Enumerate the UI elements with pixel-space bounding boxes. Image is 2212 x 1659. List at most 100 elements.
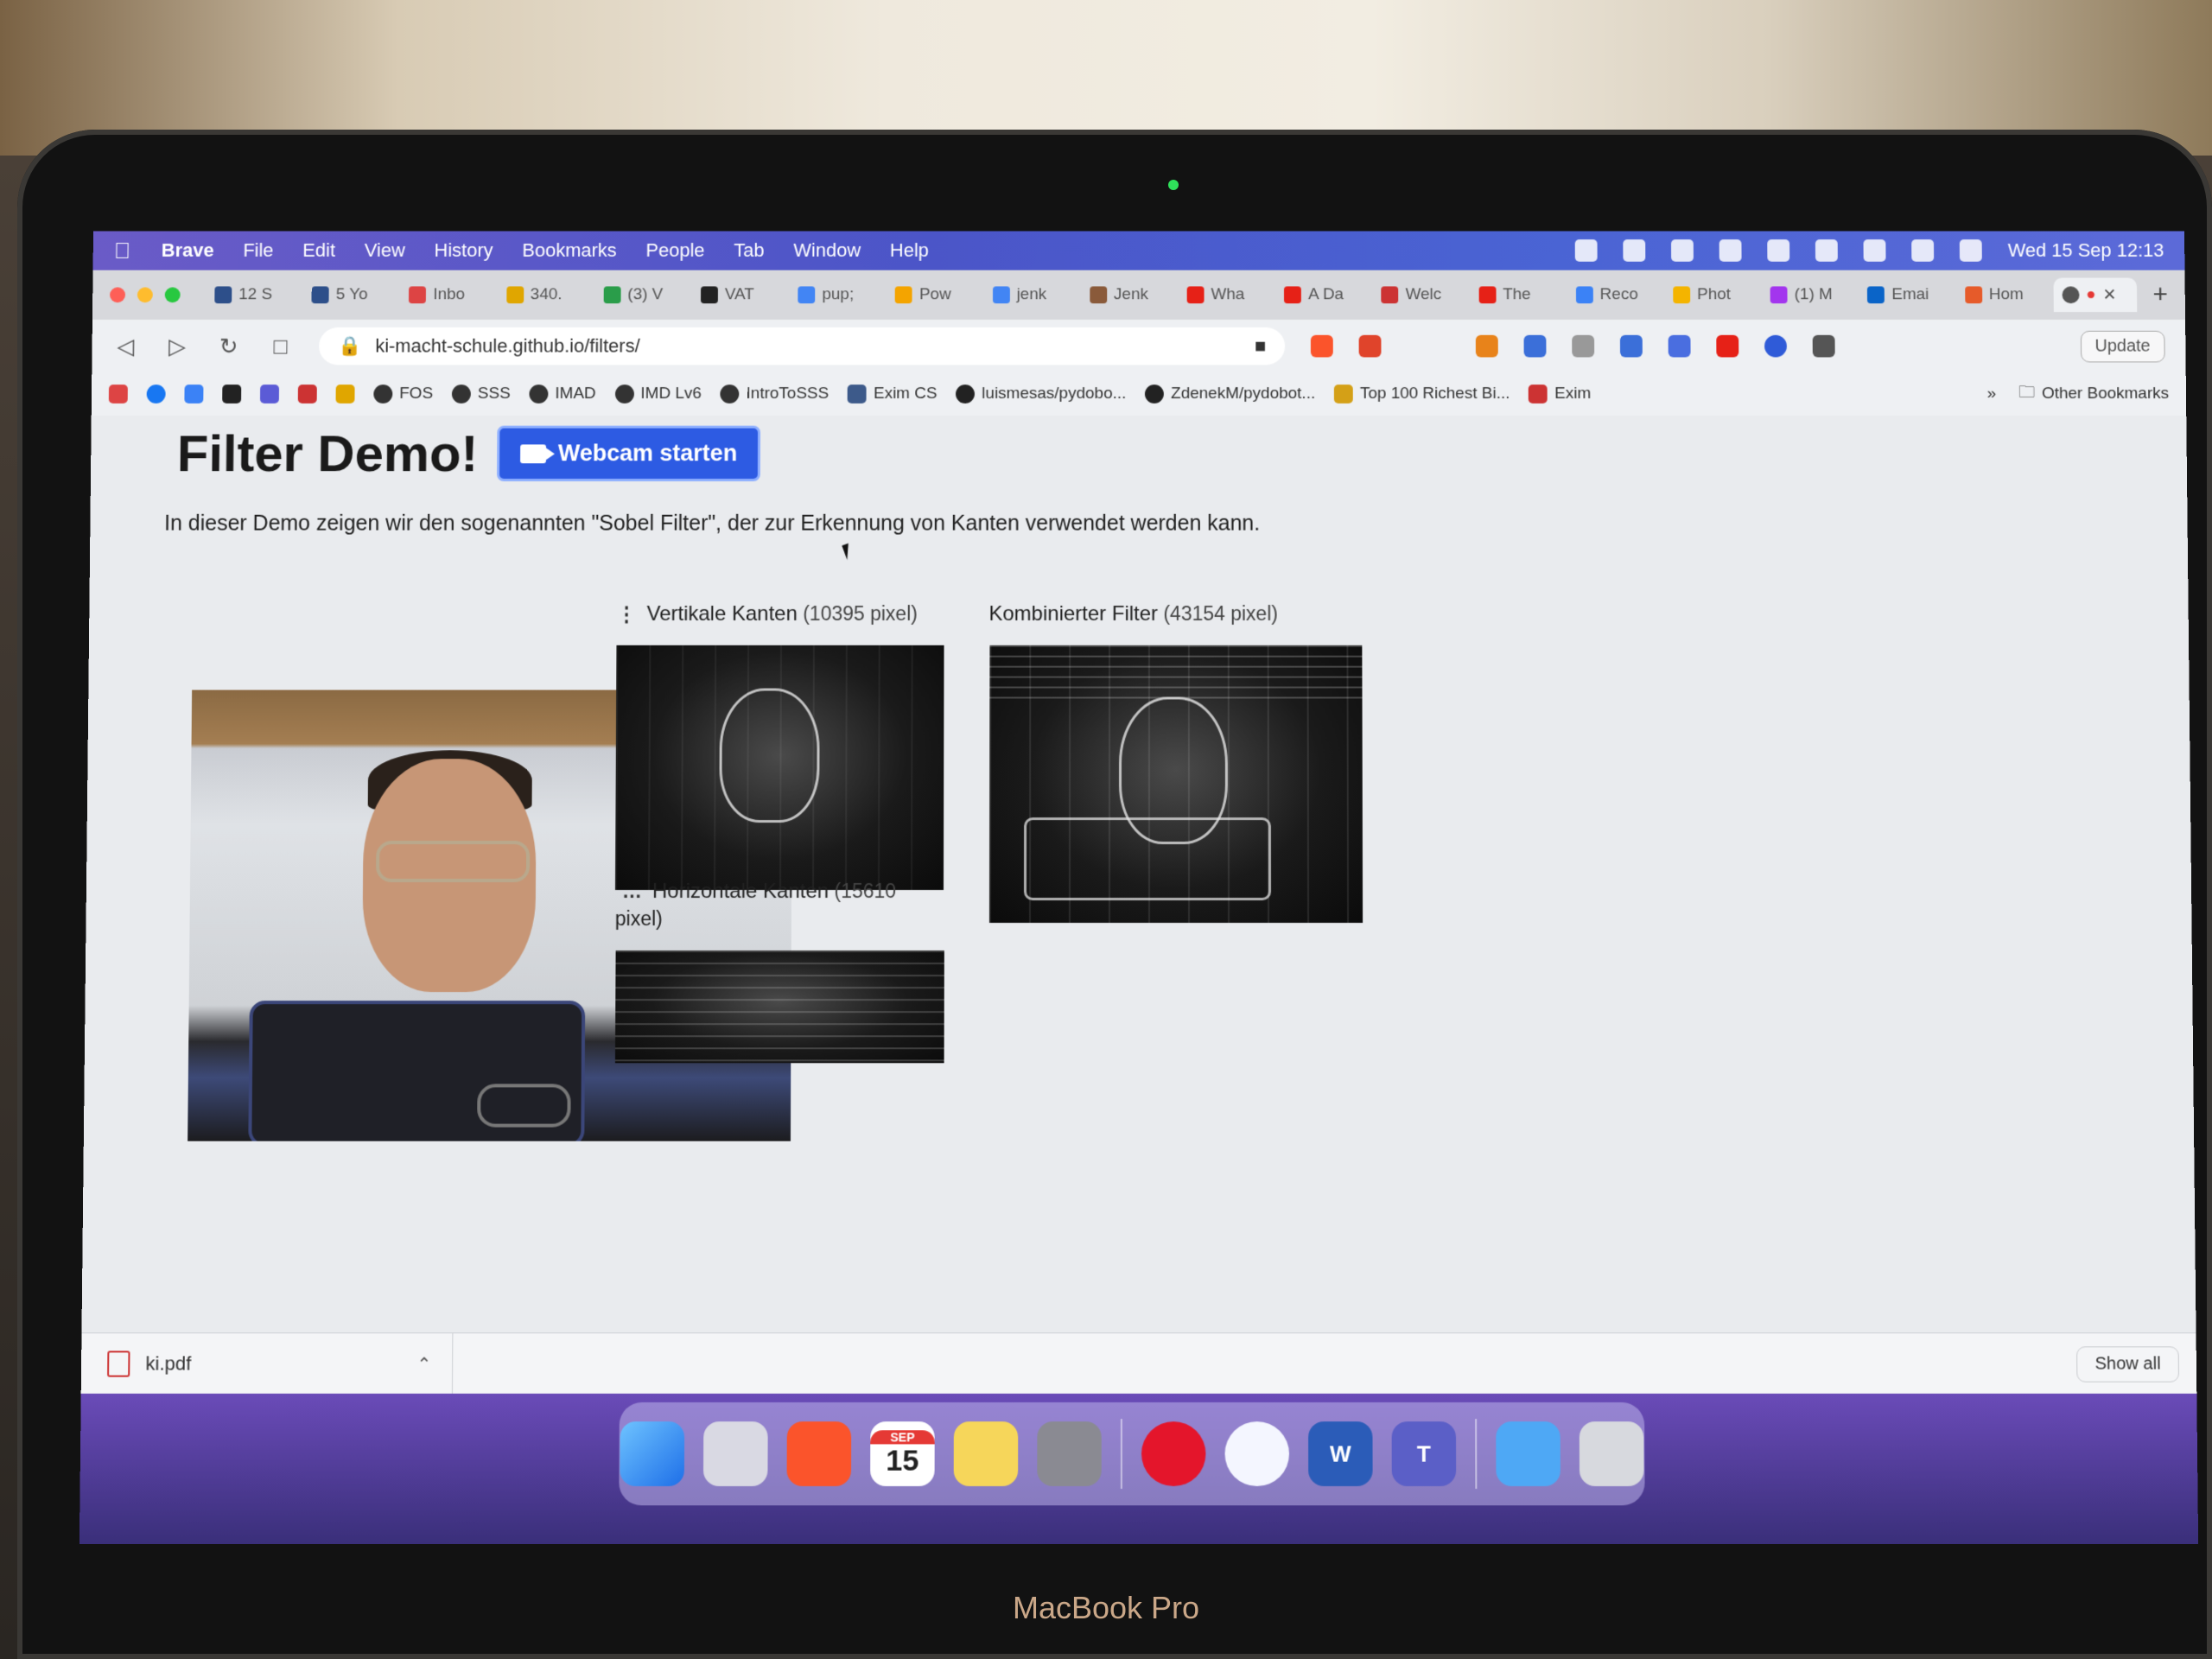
bookmarks-overflow-icon[interactable]: »: [1987, 385, 1997, 404]
bookmark-exim[interactable]: Exim: [1529, 385, 1591, 404]
menu-window[interactable]: Window: [793, 239, 861, 262]
menu-help[interactable]: Help: [890, 239, 929, 262]
close-window-icon[interactable]: [110, 287, 126, 303]
calendar-icon[interactable]: SEP 15: [870, 1421, 935, 1486]
extension-icon[interactable]: [1619, 334, 1643, 358]
bookmark-introtosss[interactable]: IntroToSSS: [720, 385, 829, 404]
bookmark-pydobot-1[interactable]: luismesas/pydobo...: [956, 385, 1126, 404]
extension-icon[interactable]: [1572, 334, 1595, 358]
apple-icon[interactable]: : [113, 238, 130, 264]
menu-people[interactable]: People: [645, 239, 704, 262]
bookmark-gmail[interactable]: [108, 385, 128, 404]
bookmark-site[interactable]: [222, 385, 242, 404]
address-bar[interactable]: 🔒 ki-macht-schule.github.io/filters/ ■: [318, 327, 1286, 365]
metamask-icon[interactable]: [1475, 334, 1498, 358]
brave-shield-icon[interactable]: [1310, 334, 1333, 358]
tab[interactable]: VAT: [692, 278, 786, 313]
app-icon[interactable]: [1224, 1421, 1290, 1486]
bookmark-site[interactable]: [297, 385, 317, 404]
bookmark-site[interactable]: [259, 385, 280, 404]
download-filename[interactable]: ki.pdf: [145, 1352, 191, 1375]
close-tab-icon[interactable]: ✕: [2103, 285, 2117, 305]
app-status-icon[interactable]: [1623, 239, 1646, 262]
tab[interactable]: (1) M: [1762, 278, 1856, 313]
menu-tab[interactable]: Tab: [734, 239, 764, 262]
chevron-up-icon[interactable]: ⌃: [416, 1353, 431, 1375]
wifi-icon[interactable]: [1863, 239, 1886, 262]
menu-view[interactable]: View: [365, 239, 405, 262]
tab[interactable]: 12 S: [206, 278, 300, 313]
tab[interactable]: Wha: [1179, 278, 1273, 313]
tab[interactable]: 340.: [498, 278, 592, 313]
bookmark-exim-cs[interactable]: Exim CS: [848, 385, 938, 404]
tab[interactable]: Jenk: [1081, 278, 1175, 313]
brave-rewards-icon[interactable]: [1358, 334, 1382, 358]
menubar-clock[interactable]: Wed 15 Sep 12:13: [2008, 239, 2164, 262]
trash-icon[interactable]: [1579, 1421, 1644, 1486]
other-bookmarks[interactable]: 🗀 Other Bookmarks: [2018, 380, 2169, 408]
tab[interactable]: Hom: [1956, 278, 2050, 313]
play-icon[interactable]: [1671, 239, 1694, 262]
vertical-dots-icon[interactable]: ⋮: [617, 602, 637, 626]
finder-icon[interactable]: [620, 1421, 685, 1486]
menu-file[interactable]: File: [243, 239, 273, 262]
menu-brave[interactable]: Brave: [162, 239, 214, 262]
tab[interactable]: Welc: [1373, 278, 1467, 313]
launchpad-icon[interactable]: [702, 1421, 768, 1486]
horizontal-dots-icon[interactable]: …: [622, 880, 642, 903]
menu-history[interactable]: History: [434, 239, 493, 262]
bookmark-facebook[interactable]: [146, 385, 166, 404]
tab[interactable]: 5 Yo: [303, 278, 397, 313]
battery-icon[interactable]: [1815, 239, 1839, 262]
tab[interactable]: pup;: [790, 278, 884, 313]
menu-bookmarks[interactable]: Bookmarks: [522, 239, 616, 262]
system-preferences-icon[interactable]: [1037, 1421, 1102, 1486]
tab[interactable]: The: [1470, 278, 1564, 313]
puzzle-icon[interactable]: [1812, 334, 1835, 358]
extension-icon[interactable]: [1764, 334, 1787, 358]
tab[interactable]: Reco: [1567, 278, 1662, 313]
word-icon[interactable]: W: [1308, 1421, 1373, 1486]
translate-icon[interactable]: [1668, 334, 1691, 358]
reload-icon[interactable]: ↻: [216, 333, 242, 359]
tab[interactable]: Phot: [1664, 278, 1758, 313]
tab[interactable]: A Da: [1275, 278, 1370, 313]
bookmark-imad[interactable]: IMAD: [529, 385, 596, 404]
tab[interactable]: Pow: [887, 278, 981, 313]
tab-active[interactable]: ● ✕: [2053, 277, 2138, 313]
bookmark-site[interactable]: [335, 385, 355, 404]
search-icon[interactable]: [1911, 239, 1935, 262]
bookmark-top100[interactable]: Top 100 Richest Bi...: [1334, 385, 1510, 404]
camera-permission-icon[interactable]: ■: [1255, 335, 1266, 358]
tab[interactable]: jenk: [984, 278, 1078, 313]
dropbox-icon[interactable]: [1574, 239, 1598, 262]
folder-icon[interactable]: [1496, 1421, 1560, 1486]
teams-icon[interactable]: T: [1391, 1421, 1457, 1486]
zoom-window-icon[interactable]: [164, 287, 181, 303]
control-center-icon[interactable]: [1959, 239, 1982, 262]
tab[interactable]: Emai: [1859, 278, 1953, 313]
forward-icon[interactable]: ▷: [164, 333, 190, 359]
bookmark-icon[interactable]: □: [267, 333, 293, 359]
back-icon[interactable]: ◁: [112, 333, 138, 359]
show-all-button[interactable]: Show all: [2076, 1345, 2179, 1382]
bookmark-imd-lv6[interactable]: IMD Lv6: [614, 385, 702, 404]
bookmark-sss[interactable]: SSS: [451, 385, 511, 404]
youtube-icon[interactable]: [1716, 334, 1739, 358]
bluetooth-icon[interactable]: [1767, 239, 1790, 262]
webcam-start-button[interactable]: Webcam starten: [497, 425, 761, 482]
bookmark-site[interactable]: [184, 385, 204, 404]
notes-icon[interactable]: [953, 1421, 1019, 1486]
bookmark-pydobot-2[interactable]: ZdenekM/pydobot...: [1145, 385, 1315, 404]
keyboard-icon[interactable]: [1719, 239, 1742, 262]
minimize-window-icon[interactable]: [137, 287, 153, 303]
tab[interactable]: (3) V: [594, 278, 689, 313]
authy-icon[interactable]: [1141, 1421, 1206, 1486]
tab[interactable]: Inbo: [400, 278, 494, 313]
menu-edit[interactable]: Edit: [302, 239, 335, 262]
extension-icon[interactable]: [1523, 334, 1547, 358]
bookmark-fos[interactable]: FOS: [373, 385, 433, 404]
brave-icon[interactable]: [786, 1421, 852, 1486]
new-tab-icon[interactable]: +: [2152, 281, 2168, 310]
update-button[interactable]: Update: [2080, 330, 2165, 362]
